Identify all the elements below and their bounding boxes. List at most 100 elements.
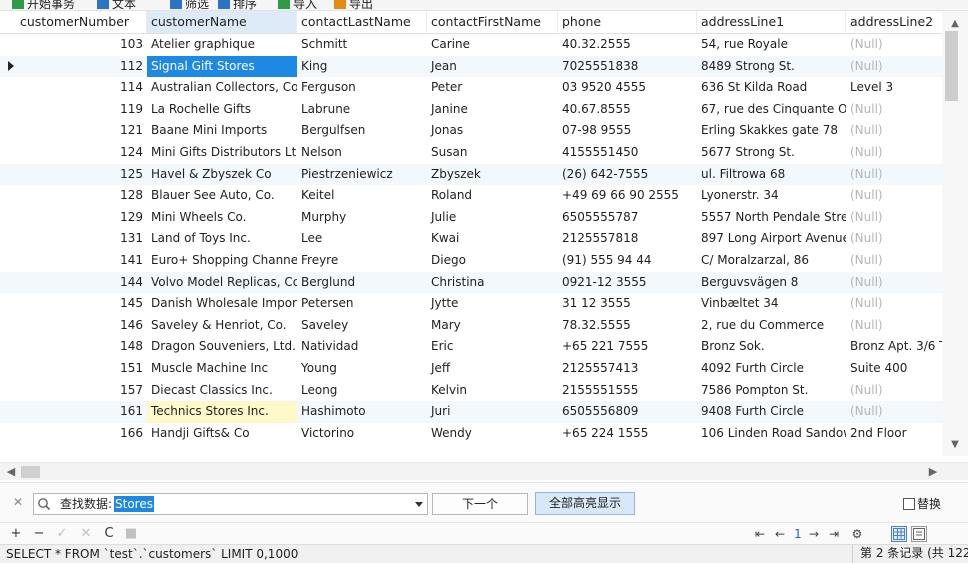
cell-addressLine1[interactable]: Vinbæltet 34	[697, 293, 846, 315]
cell-addressLine1[interactable]: 8489 Strong St.	[697, 56, 846, 78]
cell-contactFirstName[interactable]: Peter	[427, 77, 558, 99]
cell-addressLine1[interactable]: 67, rue des Cinquante Otages	[697, 99, 846, 121]
cell-addressLine1[interactable]: 4092 Furth Circle	[697, 358, 846, 380]
cell-contactFirstName[interactable]: Mary	[427, 315, 558, 337]
cell-phone[interactable]: 03 9520 4555	[558, 77, 697, 99]
cell-contactLastName[interactable]: Natividad	[297, 336, 427, 358]
table-row[interactable]: 124 Mini Gifts Distributors Ltd. Nelson Sus…	[0, 142, 942, 164]
table-row[interactable]: 148 Dragon Souveniers, Ltd. Natividad Eric +…	[0, 336, 942, 358]
table-row[interactable]: 114 Australian Collectors, Co. Ferguson Pet…	[0, 77, 942, 99]
cell-addressLine1[interactable]: 897 Long Airport Avenue	[697, 228, 846, 250]
scroll-left-icon[interactable]: ◀	[4, 465, 18, 479]
column-header-addressLine2[interactable]: addressLine2	[846, 11, 942, 33]
cell-contactFirstName[interactable]: Janine	[427, 99, 558, 121]
cell-addressLine1[interactable]: 7586 Pompton St.	[697, 380, 846, 402]
cell-contactLastName[interactable]: Keitel	[297, 185, 427, 207]
toolbar-begin-transaction-button[interactable]: 开始事务	[12, 0, 75, 10]
cell-contactFirstName[interactable]: Kelvin	[427, 380, 558, 402]
cell-addressLine1[interactable]: Lyonerstr. 34	[697, 185, 846, 207]
column-header-phone[interactable]: phone	[558, 11, 697, 33]
cell-addressLine1[interactable]: Berguvsvägen 8	[697, 272, 846, 294]
cell-addressLine2[interactable]: Bronz Apt. 3/6 Tesvikiye	[846, 336, 942, 358]
cell-customerNumber[interactable]: 114	[0, 77, 147, 99]
cell-customerName[interactable]: Volvo Model Replicas, Co	[147, 272, 297, 294]
vertical-scroll-thumb[interactable]	[945, 31, 958, 101]
cell-contactFirstName[interactable]: Carine	[427, 34, 558, 56]
scroll-up-icon[interactable]: ▲	[948, 17, 962, 31]
cell-addressLine2[interactable]: 2nd Floor	[846, 423, 942, 445]
refresh-icon[interactable]: C	[101, 525, 117, 543]
grid-view-icon[interactable]	[891, 526, 907, 542]
find-history-dropdown-icon[interactable]	[415, 502, 423, 507]
cell-customerNumber[interactable]: 144	[0, 272, 147, 294]
find-input[interactable]: 查找数据: Stores	[33, 493, 428, 515]
cell-addressLine1[interactable]: Erling Skakkes gate 78	[697, 120, 846, 142]
stop-icon[interactable]: ■	[123, 525, 139, 543]
cell-addressLine2[interactable]: (Null)	[846, 401, 942, 423]
cell-contactLastName[interactable]: King	[297, 56, 427, 78]
table-row[interactable]: 166 Handji Gifts& Co Victorino Wendy +65 224…	[0, 423, 942, 445]
cell-addressLine2[interactable]: (Null)	[846, 185, 942, 207]
settings-gear-icon[interactable]: ⚙	[849, 525, 865, 543]
table-row[interactable]: 129 Mini Wheels Co. Murphy Julie 6505555787 5…	[0, 207, 942, 229]
cell-addressLine1[interactable]: 2, rue du Commerce	[697, 315, 846, 337]
cell-contactLastName[interactable]: Schmitt	[297, 34, 427, 56]
toolbar-filter-button[interactable]: 筛选	[170, 0, 209, 10]
cell-customerName[interactable]: Muscle Machine Inc	[147, 358, 297, 380]
cell-contactLastName[interactable]: Lee	[297, 228, 427, 250]
cell-addressLine1[interactable]: Bronz Sok.	[697, 336, 846, 358]
table-row[interactable]: 131 Land of Toys Inc. Lee Kwai 2125557818 897…	[0, 228, 942, 250]
cell-addressLine2[interactable]: Suite 400	[846, 358, 942, 380]
cell-customerName[interactable]: Technics Stores Inc.	[147, 401, 297, 423]
scroll-down-icon[interactable]: ▼	[948, 438, 962, 452]
cell-contactFirstName[interactable]: Jeff	[427, 358, 558, 380]
cell-phone[interactable]: 6505555787	[558, 207, 697, 229]
column-header-customerName[interactable]: customerName	[147, 11, 297, 33]
cell-addressLine1[interactable]: 5557 North Pendale Street	[697, 207, 846, 229]
cell-phone[interactable]: +49 69 66 90 2555	[558, 185, 697, 207]
cell-customerName[interactable]: Blauer See Auto, Co.	[147, 185, 297, 207]
apply-changes-icon[interactable]: ✓	[54, 525, 70, 543]
cell-addressLine2[interactable]: (Null)	[846, 34, 942, 56]
toolbar-text-button[interactable]: 文本	[97, 0, 136, 10]
table-row[interactable]: 119 La Rochelle Gifts Labrune Janine 40.67.8…	[0, 99, 942, 121]
cell-contactLastName[interactable]: Freyre	[297, 250, 427, 272]
cell-addressLine2[interactable]: (Null)	[846, 250, 942, 272]
page-number[interactable]: 1	[790, 525, 806, 543]
cell-customerName[interactable]: Signal Gift Stores	[147, 55, 297, 78]
cell-contactLastName[interactable]: Saveley	[297, 315, 427, 337]
cell-phone[interactable]: 40.32.2555	[558, 34, 697, 56]
table-row[interactable]: 121 Baane Mini Imports Bergulfsen Jonas 07-9…	[0, 120, 942, 142]
cell-contactLastName[interactable]: Young	[297, 358, 427, 380]
cell-phone[interactable]: +65 224 1555	[558, 423, 697, 445]
table-row[interactable]: 112 Signal Gift Stores King Jean 7025551838 8…	[0, 55, 942, 78]
cell-customerNumber[interactable]: 141	[0, 250, 147, 272]
cell-addressLine2[interactable]: (Null)	[846, 228, 942, 250]
cell-phone[interactable]: 6505556809	[558, 401, 697, 423]
cell-addressLine2[interactable]: (Null)	[846, 164, 942, 186]
cell-contactFirstName[interactable]: Christina	[427, 272, 558, 294]
cell-customerNumber[interactable]: 121	[0, 120, 147, 142]
vertical-scrollbar[interactable]: ▲ ▼	[942, 11, 968, 456]
cell-phone[interactable]: (26) 642-7555	[558, 164, 697, 186]
cell-addressLine2[interactable]: (Null)	[846, 99, 942, 121]
cell-addressLine1[interactable]: 9408 Furth Circle	[697, 401, 846, 423]
toolbar-sort-button[interactable]: 排序	[218, 0, 257, 10]
cell-contactFirstName[interactable]: Diego	[427, 250, 558, 272]
cell-contactLastName[interactable]: Murphy	[297, 207, 427, 229]
find-value[interactable]: Stores	[114, 496, 154, 512]
cell-customerName[interactable]: La Rochelle Gifts	[147, 99, 297, 121]
find-next-button[interactable]: 下一个	[432, 493, 528, 515]
cell-customerNumber[interactable]: 166	[0, 423, 147, 445]
cell-phone[interactable]: (91) 555 94 44	[558, 250, 697, 272]
replace-checkbox[interactable]: 替换	[903, 495, 941, 512]
cell-customerName[interactable]: Dragon Souveniers, Ltd.	[147, 336, 297, 358]
cell-phone[interactable]: 40.67.8555	[558, 99, 697, 121]
cell-customerName[interactable]: Australian Collectors, Co.	[147, 77, 297, 99]
cell-contactFirstName[interactable]: Julie	[427, 207, 558, 229]
cell-addressLine1[interactable]: C/ Moralzarzal, 86	[697, 250, 846, 272]
cell-customerNumber[interactable]: 129	[0, 207, 147, 229]
horizontal-scroll-thumb[interactable]	[21, 466, 40, 478]
cell-phone[interactable]: 07-98 9555	[558, 120, 697, 142]
table-row[interactable]: 151 Muscle Machine Inc Young Jeff 2125557413…	[0, 358, 942, 380]
